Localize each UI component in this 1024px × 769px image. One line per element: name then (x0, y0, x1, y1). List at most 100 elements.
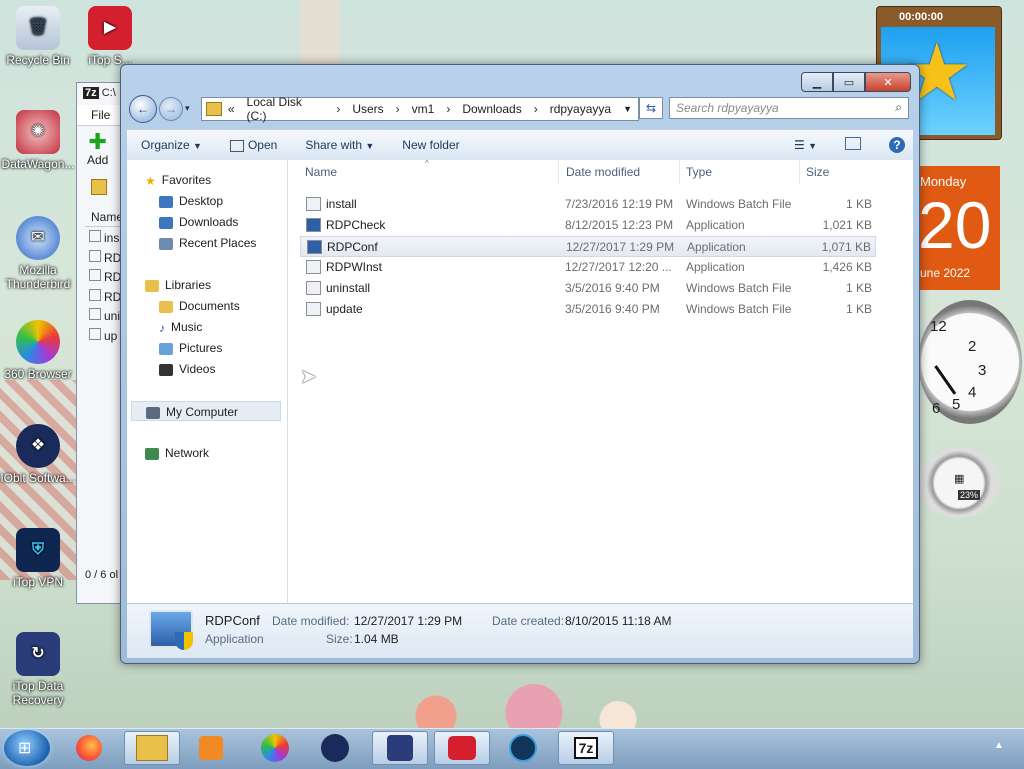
explorer-window[interactable]: ▁ ▭ ✕ ← → ▾ « Local Disk (C:) › Users › vm… (120, 64, 920, 664)
chevron-right-icon[interactable]: › (440, 102, 456, 116)
file-row-install[interactable]: install 7/23/2016 12:19 PM Windows Batch… (300, 194, 876, 215)
chevron-right-icon[interactable]: › (330, 102, 346, 116)
breadcrumb-rdpyayayya[interactable]: rdpyayayya (544, 102, 617, 116)
calendar-month: une 2022 (920, 266, 971, 280)
desktop-icon-thunderbird[interactable]: ✉ Mozilla Thunderbird (0, 216, 76, 291)
column-header-name[interactable]: Name ^ (299, 159, 559, 184)
downloads-icon (159, 216, 173, 229)
start-button[interactable]: ⊞ (4, 730, 50, 766)
breadcrumb-users[interactable]: Users (346, 102, 389, 116)
batch-file-icon (306, 281, 321, 295)
taskbar-itop-data-recovery[interactable] (372, 731, 428, 765)
details-pane: RDPConf Application Date modified: 12/27… (127, 603, 913, 658)
desktop-icon (159, 195, 173, 208)
command-bar: Organize ▼ Open Share with ▼ New folder … (127, 129, 913, 161)
taskbar-360-browser[interactable] (250, 731, 300, 765)
calendar-widget[interactable]: Monday 20 une 2022 (916, 166, 1000, 290)
share-with-button[interactable]: Share with ▼ (291, 138, 388, 152)
file-row-rdpcheck[interactable]: RDPCheck 8/12/2015 12:23 PM Application … (300, 215, 876, 236)
star-icon: ★ (145, 173, 156, 188)
search-input[interactable]: Search rdpyayayya ⌕ (669, 97, 909, 119)
desktop-icon-recycle-bin[interactable]: 🗑 Recycle Bin (0, 6, 76, 67)
desktop-icon-360-browser[interactable]: 360 Browser (0, 320, 76, 381)
desktop-icon-iobit[interactable]: ❖ IObit Softwa... (0, 424, 76, 485)
clock-number: 3 (978, 362, 987, 379)
show-hidden-icons-button[interactable]: ▲ (994, 740, 1004, 751)
chevron-right-icon[interactable]: › (390, 102, 406, 116)
chevron-right-icon[interactable]: › (528, 102, 544, 116)
taskbar-7zip[interactable]: 7z (558, 731, 614, 765)
desktop-icon-itop-vpn[interactable]: ⛨ iTop VPN (0, 528, 76, 589)
list-item[interactable]: RD (89, 288, 121, 308)
new-folder-button[interactable]: New folder (388, 138, 473, 152)
nav-my-computer[interactable]: My Computer (131, 401, 281, 421)
list-item[interactable]: RD (89, 268, 121, 288)
wallpaper-flowers (380, 660, 660, 730)
background-add-button[interactable]: ✚ Add (87, 129, 108, 168)
desktop-icon-datawagon[interactable]: ✺ DataWagon... (0, 110, 76, 171)
navigation-pane: ★ Favorites Desktop Downloads Recent Plac… (127, 160, 288, 603)
background-menu-file[interactable]: File (91, 108, 110, 122)
back-button[interactable]: ← (129, 95, 157, 123)
recent-places-icon (159, 237, 173, 250)
cpu-meter-widget[interactable]: ▦ 23% (918, 448, 1000, 518)
nav-libraries[interactable]: Libraries (145, 275, 305, 295)
background-window-title: 7z C:\ (83, 87, 116, 99)
forward-button[interactable]: → (159, 97, 183, 121)
desktop-icon-itop-data-recovery[interactable]: ↻ iTop Data Recovery (0, 632, 76, 707)
open-button[interactable]: Open (216, 138, 291, 152)
recent-pages-dropdown[interactable]: ▾ (185, 103, 190, 114)
help-button[interactable]: ? (875, 137, 913, 153)
nav-favorites[interactable]: ★ Favorites (145, 170, 305, 190)
taskbar-media[interactable] (186, 731, 236, 765)
clock-widget[interactable]: 12 2 3 4 5 6 (918, 300, 1022, 424)
chevron-down-icon: ▼ (365, 141, 375, 151)
column-header-date[interactable]: Date modified (560, 160, 680, 184)
file-list-pane: Name ^ Date modified Type Size install 7/… (288, 159, 913, 603)
taskbar-ccleaner[interactable] (498, 731, 548, 765)
search-icon[interactable]: ⌕ (895, 100, 902, 115)
breadcrumb-local-disk[interactable]: Local Disk (C:) (241, 95, 331, 123)
file-row-uninstall[interactable]: uninstall 3/5/2016 9:40 PM Windows Batch… (300, 278, 876, 299)
data-recovery-icon (387, 735, 413, 761)
list-item[interactable]: uni (89, 307, 121, 327)
batch-file-icon (306, 302, 321, 316)
address-dropdown-icon[interactable]: ▼ (617, 104, 638, 114)
media-player-icon (199, 736, 223, 760)
list-item[interactable]: up (89, 327, 121, 347)
plus-icon: ✚ (88, 129, 107, 154)
wallpaper-tree (300, 0, 340, 70)
refresh-button[interactable]: ⇆ (639, 97, 663, 119)
refresh-icon: ⇆ (645, 101, 657, 115)
address-bar[interactable]: « Local Disk (C:) › Users › vm1 › Downloads… (201, 95, 639, 123)
list-item[interactable]: ins (89, 229, 121, 249)
minimize-button[interactable]: ▁ (801, 72, 833, 92)
date-created-value: 8/10/2015 11:18 AM (565, 614, 672, 628)
folder-up-icon[interactable] (91, 179, 107, 195)
file-row-update[interactable]: update 3/5/2016 9:40 PM Windows Batch Fi… (300, 299, 876, 320)
vpn-shield-icon: ⛨ (16, 528, 60, 572)
taskbar-firefox[interactable] (64, 731, 114, 765)
column-header-type[interactable]: Type (680, 160, 800, 184)
breadcrumb-vm1[interactable]: vm1 (406, 102, 441, 116)
folder-icon (206, 102, 222, 116)
preview-pane-button[interactable] (831, 137, 875, 153)
clock-number: 5 (952, 396, 961, 413)
file-row-rdpconf[interactable]: RDPConf 12/27/2017 1:29 PM Application 1… (300, 236, 876, 257)
taskbar-itop-screen-recorder[interactable] (434, 731, 490, 765)
view-options-button[interactable]: ☰ ▼ (780, 138, 831, 152)
column-header-size[interactable]: Size (800, 160, 880, 184)
file-row-rdpwinst[interactable]: RDPWInst 12/27/2017 12:20 ... Applicatio… (300, 257, 876, 278)
taskbar-explorer[interactable] (124, 731, 180, 765)
organize-button[interactable]: Organize ▼ (127, 138, 216, 152)
address-overflow-marker[interactable]: « (222, 102, 241, 116)
taskbar-iobit[interactable] (310, 731, 360, 765)
list-item[interactable]: RD (89, 249, 121, 269)
application-icon (229, 139, 244, 152)
nav-network[interactable]: Network (145, 443, 305, 463)
caption-buttons: ▁ ▭ ✕ (801, 72, 911, 92)
close-button[interactable]: ✕ (865, 72, 911, 92)
desktop-icon-itop-screen[interactable]: ▶ iTop S... (80, 6, 140, 67)
breadcrumb-downloads[interactable]: Downloads (456, 102, 527, 116)
maximize-button[interactable]: ▭ (833, 72, 865, 92)
